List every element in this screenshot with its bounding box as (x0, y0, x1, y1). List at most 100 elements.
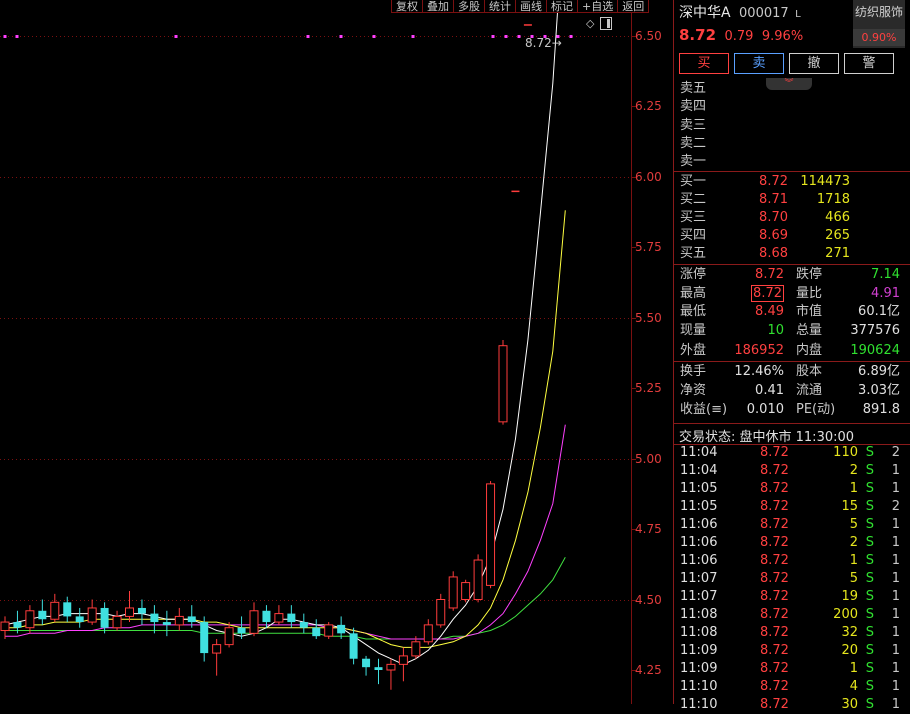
candle[interactable] (362, 655, 371, 676)
tick-row[interactable]: 11:04 8.72 2 S 1 (680, 462, 906, 480)
multi-stock-button[interactable]: 多股 (453, 0, 485, 13)
candle[interactable] (125, 591, 134, 623)
order-label: 买三 (680, 210, 707, 225)
candle[interactable] (87, 599, 97, 625)
candle[interactable] (436, 593, 446, 628)
tick-row[interactable]: 11:10 8.72 4 S 1 (680, 678, 906, 696)
candle[interactable] (398, 647, 408, 682)
candle[interactable] (473, 554, 483, 603)
tick-row[interactable]: 11:04 8.72 110 S 2 (680, 444, 906, 462)
candle[interactable] (511, 190, 520, 193)
stat-high: 最高 8.72 (680, 285, 784, 302)
panel-toggle-icon[interactable] (600, 17, 613, 30)
tick-time: 11:06 (680, 535, 718, 550)
tick-row[interactable]: 11:06 8.72 5 S 1 (680, 516, 906, 534)
tick-direction: S (865, 661, 874, 676)
candle[interactable] (162, 610, 171, 637)
tick-row[interactable]: 11:08 8.72 200 S 1 (680, 606, 906, 624)
order-label: 买二 (680, 192, 707, 207)
diamond-icon[interactable]: ◇ (586, 17, 594, 30)
candle[interactable] (461, 579, 471, 603)
candle[interactable] (150, 605, 159, 634)
candle[interactable] (187, 605, 196, 628)
candle[interactable] (324, 622, 334, 639)
y-axis-labels: 8.508.258.007.757.507.257.006.756.506.25… (632, 0, 673, 704)
sell-button[interactable]: 卖 (734, 53, 784, 74)
candle[interactable] (262, 605, 271, 628)
overlay-button[interactable]: 叠加 (422, 0, 454, 13)
candle[interactable] (411, 636, 421, 659)
tick-direction: S (865, 607, 874, 622)
buy-button[interactable]: 买 (679, 53, 729, 74)
tick-volume: 2 (849, 535, 858, 550)
candle[interactable] (274, 605, 284, 625)
candle[interactable] (174, 607, 184, 631)
tick-row[interactable]: 11:09 8.72 1 S 1 (680, 660, 906, 678)
candle[interactable] (299, 613, 308, 634)
cancel-order-button[interactable]: 撤 (789, 53, 839, 74)
buy-order-row[interactable]: 买三 8.70 466 (680, 209, 906, 227)
candle[interactable] (75, 607, 84, 628)
tick-row[interactable]: 11:06 8.72 1 S 1 (680, 552, 906, 570)
buy-order-row[interactable]: 买五 8.68 271 (680, 245, 906, 263)
stock-name[interactable]: 深中华A (679, 5, 731, 21)
add-watchlist-button[interactable]: +自选 (577, 0, 619, 13)
tick-row[interactable]: 11:08 8.72 32 S 1 (680, 624, 906, 642)
candle[interactable] (112, 610, 122, 631)
buy-order-row[interactable]: 买一 8.72 114473 (680, 173, 906, 191)
tick-direction: S (865, 589, 874, 604)
candle[interactable] (50, 593, 60, 623)
industry-box[interactable]: 纺织服饰 0.90% (853, 0, 905, 48)
candle[interactable] (349, 627, 358, 665)
event-marker (339, 35, 343, 38)
statistics-button[interactable]: 统计 (484, 0, 516, 13)
candle[interactable] (13, 610, 22, 634)
candle[interactable] (25, 605, 35, 634)
sell-order-row[interactable]: 卖三 (680, 117, 906, 135)
tick-volume: 200 (833, 607, 858, 622)
tick-row[interactable]: 11:05 8.72 1 S 1 (680, 480, 906, 498)
sell-order-row[interactable]: 卖二 (680, 135, 906, 153)
candle[interactable] (498, 340, 508, 425)
candle[interactable] (523, 24, 532, 26)
event-marker (504, 35, 508, 38)
candle[interactable] (337, 616, 346, 639)
kline-svg[interactable] (0, 0, 673, 704)
candle[interactable] (212, 638, 222, 676)
tick-volume: 4 (849, 679, 858, 694)
sell-order-row[interactable]: 卖五 (680, 80, 906, 98)
order-label: 卖五 (680, 81, 707, 96)
alert-button[interactable]: 警 (844, 53, 894, 74)
tick-row[interactable]: 11:07 8.72 5 S 1 (680, 570, 906, 588)
restore-rights-button[interactable]: 复权 (391, 0, 423, 13)
sell-order-row[interactable]: 卖四 (680, 98, 906, 116)
stock-header: 深中华A 000017 L (679, 2, 801, 22)
candle[interactable] (374, 658, 383, 685)
candle[interactable] (423, 619, 433, 645)
stat-pe: PE(动) 891.8 (796, 402, 900, 417)
candle[interactable] (287, 605, 296, 628)
candle[interactable] (486, 481, 496, 589)
candle[interactable] (249, 602, 259, 637)
buy-order-row[interactable]: 买二 8.71 1718 (680, 191, 906, 209)
tick-row[interactable]: 11:06 8.72 2 S 1 (680, 534, 906, 552)
tick-volume: 32 (841, 625, 858, 640)
candle[interactable] (312, 619, 321, 639)
kline-chart[interactable]: 复权 叠加 多股 统计 画线 标记 +自选 返回 ◇ 8.72→ 8.508.2… (0, 0, 673, 704)
stock-flag: L (795, 9, 801, 20)
candle[interactable] (448, 571, 458, 611)
tick-row[interactable]: 11:10 8.72 30 S 1 (680, 696, 906, 714)
candle[interactable] (0, 616, 10, 639)
candle[interactable] (137, 599, 146, 625)
mark-button[interactable]: 标记 (546, 0, 578, 13)
candle[interactable] (200, 616, 209, 662)
tick-row[interactable]: 11:05 8.72 15 S 2 (680, 498, 906, 516)
candle[interactable] (386, 658, 396, 690)
tick-row[interactable]: 11:07 8.72 19 S 1 (680, 588, 906, 606)
draw-line-button[interactable]: 画线 (515, 0, 547, 13)
y-tick-label: 4.25 (635, 663, 662, 677)
buy-order-row[interactable]: 买四 8.69 265 (680, 227, 906, 245)
candle[interactable] (38, 599, 47, 625)
sell-order-row[interactable]: 卖一 (680, 153, 906, 171)
tick-row[interactable]: 11:09 8.72 20 S 1 (680, 642, 906, 660)
